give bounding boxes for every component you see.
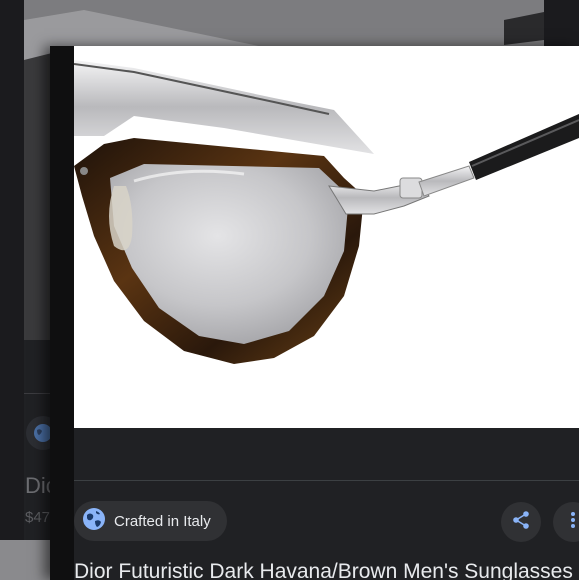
background-edge-right [544, 0, 579, 46]
crafted-in-italy-chip[interactable]: Crafted in Italy [74, 501, 227, 541]
share-icon [511, 510, 531, 535]
sunglasses-image [74, 60, 579, 364]
product-card: Crafted in Italy Dior Futuristic Dark Ha… [50, 46, 579, 580]
viewer-stage: Dic $47 Crafted in Italy Dior Futuristic… [0, 0, 579, 580]
more-options-button[interactable] [553, 502, 579, 542]
globe-icon [82, 507, 106, 536]
background-edge [0, 0, 24, 580]
product-title[interactable]: Dior Futuristic Dark Havana/Brown Men's … [74, 560, 579, 580]
share-button[interactable] [501, 502, 541, 542]
background-block [0, 540, 50, 580]
background-price: $47 [25, 509, 51, 526]
more-vert-icon [563, 510, 579, 535]
chip-label: Crafted in Italy [114, 512, 211, 530]
card-edge [50, 46, 74, 580]
product-image[interactable] [74, 46, 579, 428]
card-divider [74, 480, 579, 481]
